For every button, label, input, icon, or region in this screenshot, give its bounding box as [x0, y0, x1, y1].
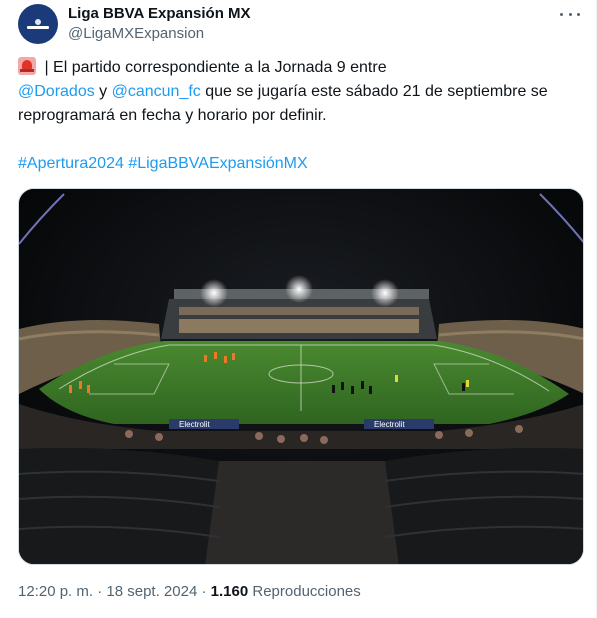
- meta-separator: ·: [197, 583, 211, 600]
- tweet-connector: y: [94, 83, 112, 100]
- more-options-icon[interactable]: [560, 6, 580, 22]
- ad-board-left: Electrolit: [179, 420, 210, 429]
- stadium-photo: Electrolit Electrolit: [19, 189, 583, 564]
- views-count: 1.160: [210, 583, 249, 600]
- avatar[interactable]: [18, 4, 58, 44]
- views-label: Reproducciones: [248, 583, 361, 600]
- mention-dorados-link[interactable]: @Dorados: [18, 83, 95, 100]
- tweet-date[interactable]: 18 sept. 2024: [106, 583, 197, 600]
- tweet-time[interactable]: 12:20 p. m.: [18, 583, 93, 600]
- siren-emoji-icon: [18, 57, 36, 75]
- hashtag-liga-link[interactable]: #LigaBBVAExpansiónMX: [128, 155, 307, 172]
- author-handle[interactable]: @LigaMXExpansion: [68, 24, 251, 44]
- tweet-line-1: | El partido correspondiente a la Jornad…: [40, 59, 387, 76]
- liga-expansion-logo-icon: [24, 17, 52, 31]
- tweet-header: Liga BBVA Expansión MX @LigaMXExpansion: [18, 4, 586, 44]
- author-block: Liga BBVA Expansión MX @LigaMXExpansion: [68, 4, 251, 44]
- tweet-photo[interactable]: Electrolit Electrolit: [18, 188, 584, 565]
- hashtag-apertura-link[interactable]: #Apertura2024: [18, 155, 124, 172]
- tweet-line-3: reprogramará en fecha y horario por defi…: [18, 107, 327, 124]
- meta-separator: ·: [93, 583, 107, 600]
- author-display-name[interactable]: Liga BBVA Expansión MX: [68, 4, 251, 24]
- tweet-text: | El partido correspondiente a la Jornad…: [18, 56, 584, 176]
- ad-board-right: Electrolit: [374, 420, 405, 429]
- mention-cancun-link[interactable]: @cancun_fc: [112, 83, 201, 100]
- tweet-line-2: que se jugaría este sábado 21 de septiem…: [200, 83, 548, 100]
- tweet-meta: 12:20 p. m. · 18 sept. 2024 · 1.160 Repr…: [18, 582, 361, 602]
- tweet-card[interactable]: Liga BBVA Expansión MX @LigaMXExpansion …: [0, 0, 597, 618]
